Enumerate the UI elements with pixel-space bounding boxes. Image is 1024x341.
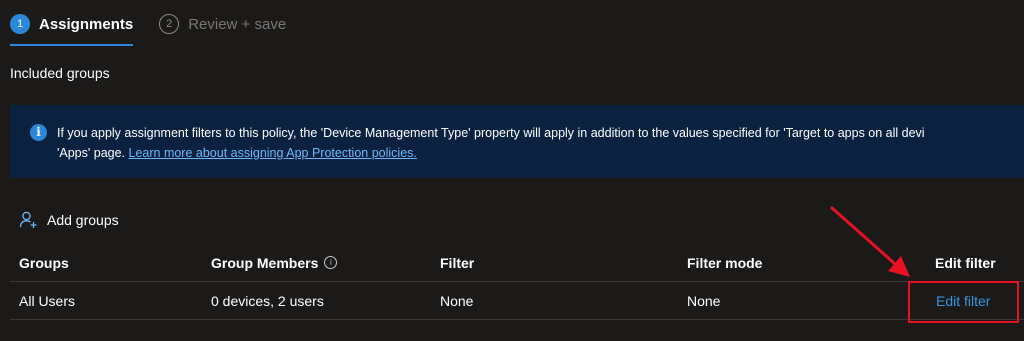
column-header-filter: Filter <box>440 254 475 271</box>
cell-filter-mode: None <box>687 292 721 309</box>
add-person-icon <box>19 211 37 228</box>
column-header-label: Group Members <box>211 254 319 271</box>
column-header-filter-mode: Filter mode <box>687 254 763 271</box>
info-banner-prefix: 'Apps' page. <box>57 146 129 160</box>
info-banner: i If you apply assignment filters to thi… <box>10 105 1024 178</box>
info-banner-line-1: If you apply assignment filters to this … <box>57 126 925 140</box>
step-number-badge: 1 <box>10 14 30 34</box>
wizard-step-assignments[interactable]: 1 Assignments <box>10 14 134 46</box>
section-title: Included groups <box>10 65 110 81</box>
learn-more-link[interactable]: Learn more about assigning App Protectio… <box>129 146 417 160</box>
cell-group-name: All Users <box>19 292 76 309</box>
wizard-step-review-save[interactable]: 2 Review + save <box>159 14 286 34</box>
step-number-badge: 2 <box>159 14 180 34</box>
cell-group-members: 0 devices, 2 users <box>211 292 324 309</box>
info-banner-line-2: 'Apps' page. Learn more about assigning … <box>57 143 925 163</box>
assignments-page: 1 Assignments 2 Review + save Included g… <box>0 0 1024 341</box>
step-label: Assignments <box>39 15 134 33</box>
annotation-highlight-box <box>908 281 1019 323</box>
column-header-edit-filter: Edit filter <box>935 254 996 271</box>
wizard-steps: 1 Assignments 2 Review + save <box>10 14 286 46</box>
annotation-arrow-icon <box>830 206 910 277</box>
column-header-group-members: Group Members i <box>211 254 338 271</box>
cell-filter: None <box>440 292 474 309</box>
info-banner-text: If you apply assignment filters to this … <box>57 123 925 163</box>
column-header-groups: Groups <box>19 254 69 271</box>
info-icon: i <box>30 124 47 141</box>
step-label: Review + save <box>188 15 287 33</box>
add-groups-button[interactable]: Add groups <box>19 210 119 230</box>
info-tooltip-icon[interactable]: i <box>324 256 338 269</box>
add-groups-label: Add groups <box>47 212 119 228</box>
table-row: All Users 0 devices, 2 users None None E… <box>10 282 1024 320</box>
